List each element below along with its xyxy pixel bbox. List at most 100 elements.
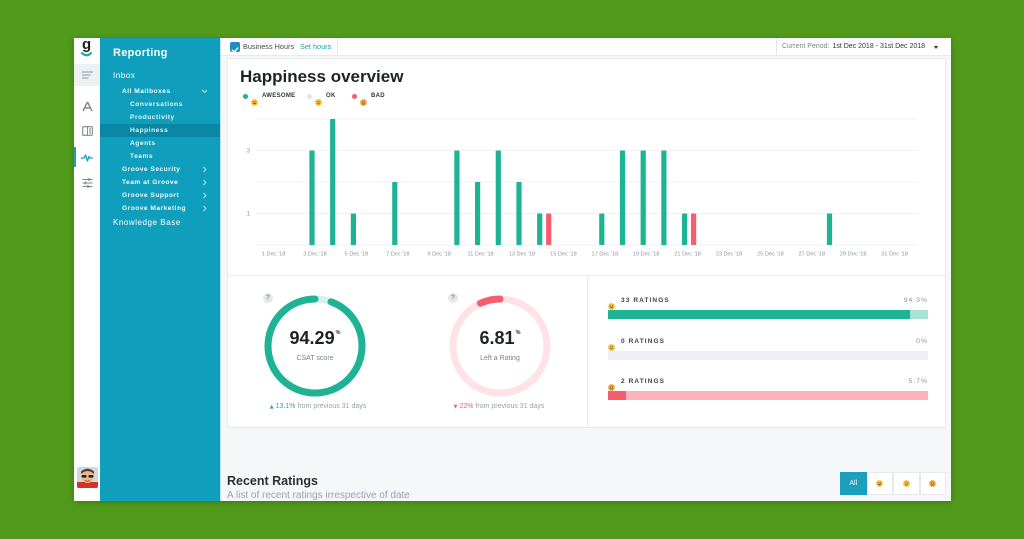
bar-awesome (516, 182, 522, 245)
x-tick-label: 25 Dec '18 (757, 252, 784, 258)
change-value: 13.1% (275, 403, 296, 410)
trend-up-icon: ▲ (269, 404, 274, 410)
bar-awesome (475, 182, 481, 245)
ok-face-icon (902, 480, 910, 487)
sidebar-item-teams[interactable]: Teams (100, 150, 220, 163)
x-tick-label: 11 Dec '18 (468, 252, 494, 258)
x-tick-label: 5 Dec '18 (345, 252, 368, 258)
sidebar-item-happiness[interactable]: Happiness (100, 123, 220, 137)
bar-awesome (619, 150, 626, 245)
chevron-down-icon[interactable] (201, 88, 208, 95)
x-tick-label: 15 Dec '18 (550, 252, 577, 258)
awesome-face-icon (608, 297, 615, 310)
csat-value: 94.29% (260, 328, 370, 349)
sidebar-item-groove-marketing[interactable]: Groove Marketing (100, 202, 220, 215)
sidebar-item-groove-security[interactable]: Groove Security (100, 163, 220, 176)
filter-all-button[interactable]: All (840, 472, 867, 495)
user-avatar[interactable] (77, 467, 98, 488)
x-tick-label: 21 Dec '18 (674, 252, 701, 258)
reporting-sidebar: Reporting Inbox All Mailboxes Conversati… (100, 38, 220, 501)
ratings-bar (608, 310, 928, 319)
bad-face-icon (929, 480, 937, 487)
sidebar-item-groove-support[interactable]: Groove Support (100, 189, 220, 202)
sidebar-item-label: Groove Security (122, 165, 181, 173)
bar-awesome (495, 150, 501, 245)
recent-ratings-subtitle: A list of recent ratings irrespective of… (227, 490, 410, 501)
sidebar-item-label: Agents (130, 139, 156, 147)
caret-down-icon (934, 45, 939, 49)
csat-change: ▲ 13.1% from previous 31 days (248, 403, 388, 410)
divider (776, 38, 777, 56)
legend-item-ok[interactable]: OK (307, 92, 336, 106)
x-tick-label: 31 Dec '18 (881, 252, 908, 258)
bar-awesome (537, 213, 543, 245)
triangle-a-icon[interactable] (74, 98, 100, 114)
period-dropdown[interactable]: Current Period: 1st Dec 2018 - 31st Dec … (782, 38, 939, 56)
filter-ok-button[interactable] (893, 472, 920, 495)
sidebar-item-label: Conversations (130, 100, 183, 108)
main-content: Business Hours Set hours Current Period:… (220, 38, 951, 501)
business-hours-label: Business Hours (243, 42, 295, 51)
bar-bad (546, 213, 552, 245)
logo-smile-icon (81, 52, 92, 57)
x-tick-label: 7 Dec '18 (386, 252, 409, 258)
sidebar-item-team-at-groove[interactable]: Team at Groove (100, 176, 220, 189)
csat-label: CSAT score (296, 355, 334, 362)
sidebar-title: Reporting (113, 47, 168, 59)
logo-text: g (82, 38, 92, 53)
activity-icon[interactable] (74, 149, 100, 165)
sidebar-item-label: Knowledge Base (113, 217, 181, 227)
sidebar-item-conversations[interactable]: Conversations (100, 98, 220, 111)
chevron-right-icon[interactable] (201, 192, 208, 199)
chevron-right-icon[interactable] (201, 205, 208, 212)
bar-awesome (392, 182, 398, 245)
ok-face-icon (608, 338, 615, 351)
groove-logo[interactable]: g (74, 38, 100, 60)
happiness-overview-card: Happiness overview AWESOME OK BAD 131 De… (227, 58, 946, 428)
sidebar-item-label: Team at Groove (122, 178, 179, 186)
sidebar-item-productivity[interactable]: Productivity (100, 111, 220, 124)
left-rating-number: 6.81 (479, 328, 515, 348)
sidebar-item-agents[interactable]: Agents (100, 137, 220, 150)
legend-label: OK (326, 93, 336, 99)
x-tick-label: 27 Dec '18 (799, 252, 826, 258)
book-icon[interactable] (74, 123, 100, 139)
ratings-bar (608, 391, 928, 400)
change-text: from previous 31 days (475, 403, 545, 410)
left-rating-label: Left a Rating (480, 355, 520, 362)
bar-awesome (350, 213, 356, 245)
sidebar-item-all-mailboxes[interactable]: All Mailboxes (100, 85, 220, 98)
rating-filter-group: All (840, 472, 946, 495)
chevron-right-icon[interactable] (201, 179, 208, 186)
page-title: Happiness overview (240, 67, 404, 86)
sliders-icon[interactable] (74, 175, 100, 191)
filter-bad-button[interactable] (919, 472, 946, 495)
bar-awesome (454, 150, 460, 245)
set-hours-link[interactable]: Set hours (300, 38, 331, 56)
divider (337, 38, 338, 56)
legend-item-bad[interactable]: BAD (352, 92, 385, 106)
ratings-bar-fill (608, 310, 910, 319)
sidebar-item-knowledge-base[interactable]: Knowledge Base (100, 216, 220, 229)
ratings-bar-fill (608, 391, 627, 400)
ratings-percent: 5.7% (908, 377, 928, 385)
menu-icon[interactable] (74, 67, 100, 83)
filter-awesome-button[interactable] (866, 472, 893, 495)
business-hours-checkbox[interactable] (230, 41, 240, 53)
y-tick-label: 3 (247, 149, 251, 155)
legend-item-awesome[interactable]: AWESOME (243, 92, 295, 106)
period-label: Current Period: (782, 43, 830, 50)
sidebar-item-inbox[interactable]: Inbox (100, 69, 220, 82)
x-tick-label: 9 Dec '18 (427, 252, 450, 258)
bar-awesome (640, 150, 646, 245)
sidebar-item-label: Groove Support (122, 191, 180, 199)
ok-face-icon (315, 93, 322, 106)
recent-ratings-title: Recent Ratings (227, 474, 318, 488)
breakdown-header: 33 RATINGS 94.3% (608, 295, 928, 310)
breakdown-header: 0 RATINGS 0% (608, 336, 928, 351)
sidebar-item-label: Productivity (130, 113, 175, 121)
chevron-right-icon[interactable] (201, 166, 208, 173)
x-tick-label: 3 Dec '18 (303, 252, 326, 258)
bar-awesome (661, 150, 667, 245)
awesome-face-icon (251, 93, 258, 106)
